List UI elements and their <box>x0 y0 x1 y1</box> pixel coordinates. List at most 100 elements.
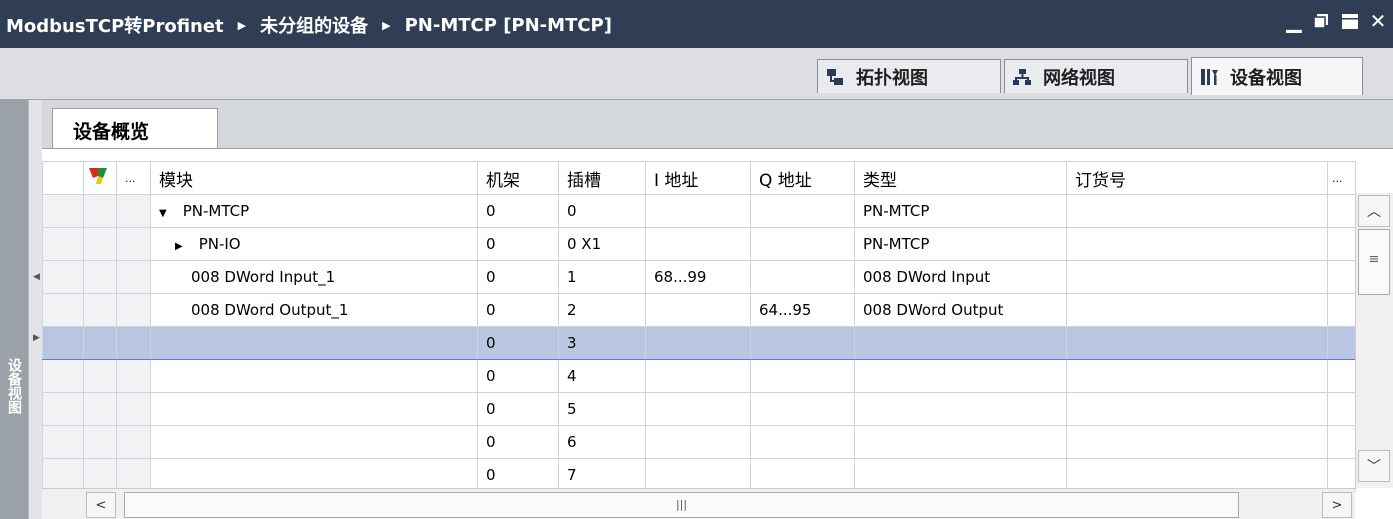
table-row[interactable]: ▶ PN-IO 0 0 X1 PN-MTCP <box>42 227 1356 261</box>
header-type[interactable]: 类型 <box>854 161 1067 195</box>
cell-slot[interactable]: 6 <box>558 425 646 459</box>
horizontal-scrollbar[interactable]: < ||| > <box>42 488 1355 519</box>
minimize-icon[interactable]: ▁ <box>1285 10 1303 32</box>
cell-slot[interactable]: 0 <box>558 194 646 228</box>
cell-module[interactable]: ▼ PN-MTCP <box>150 194 478 228</box>
cell-order-number[interactable] <box>1066 293 1328 327</box>
scroll-down-icon[interactable]: ﹀ <box>1358 450 1390 482</box>
restore-icon[interactable] <box>1313 10 1331 32</box>
cell-module[interactable] <box>150 359 478 393</box>
breadcrumb-group[interactable]: 未分组的设备 <box>260 12 368 38</box>
cell-order-number[interactable] <box>1066 326 1328 360</box>
filter-icon[interactable] <box>87 167 109 191</box>
cell-q-address[interactable] <box>750 260 855 294</box>
row-status[interactable] <box>83 194 117 228</box>
cell-i-address[interactable] <box>645 293 751 327</box>
scroll-right-icon[interactable]: > <box>1322 492 1352 518</box>
expand-right-icon[interactable]: ▶ <box>33 333 40 343</box>
expand-triangle-icon[interactable]: ▶ <box>175 241 183 252</box>
breadcrumb-project[interactable]: ModbusTCP转Profinet <box>6 12 224 38</box>
row-gutter[interactable] <box>42 458 84 492</box>
cell-module[interactable] <box>150 326 478 360</box>
cell-type[interactable] <box>854 458 1067 492</box>
cell-type[interactable]: 008 DWord Output <box>854 293 1067 327</box>
cell-slot[interactable]: 4 <box>558 359 646 393</box>
row-extra[interactable] <box>116 227 151 261</box>
cell-q-address[interactable]: 64...95 <box>750 293 855 327</box>
vertical-scrollbar[interactable]: ︿ ≡ ﹀ <box>1355 193 1393 488</box>
cell-slot[interactable]: 2 <box>558 293 646 327</box>
row-gutter[interactable] <box>42 326 84 360</box>
row-extra[interactable] <box>116 392 151 426</box>
row-extra[interactable] <box>116 425 151 459</box>
cell-more[interactable] <box>1327 359 1356 393</box>
cell-rack[interactable]: 0 <box>477 359 559 393</box>
cell-slot[interactable]: 3 <box>558 326 646 360</box>
cell-more[interactable] <box>1327 425 1356 459</box>
table-row[interactable]: 06 <box>42 425 1356 459</box>
cell-q-address[interactable] <box>750 326 855 360</box>
cell-i-address[interactable] <box>645 392 751 426</box>
header-more-right[interactable]: ... <box>1327 161 1356 195</box>
table-row[interactable]: 04 <box>42 359 1356 393</box>
cell-q-address[interactable] <box>750 359 855 393</box>
cell-order-number[interactable] <box>1066 260 1328 294</box>
cell-order-number[interactable] <box>1066 425 1328 459</box>
cell-more[interactable] <box>1327 227 1356 261</box>
table-row[interactable]: 03 <box>42 326 1356 360</box>
cell-slot[interactable]: 0 X1 <box>558 227 646 261</box>
cell-q-address[interactable] <box>750 458 855 492</box>
cell-rack[interactable]: 0 <box>477 392 559 426</box>
table-row[interactable]: 008 DWord Input_1 0 1 68...99 008 DWord Inpu… <box>42 260 1356 294</box>
table-row[interactable]: 07 <box>42 458 1356 492</box>
cell-type[interactable] <box>854 425 1067 459</box>
cell-module[interactable]: 008 DWord Input_1 <box>150 260 478 294</box>
cell-rack[interactable]: 0 <box>477 326 559 360</box>
row-gutter[interactable] <box>42 194 84 228</box>
cell-slot[interactable]: 5 <box>558 392 646 426</box>
cell-more[interactable] <box>1327 392 1356 426</box>
cell-slot[interactable]: 7 <box>558 458 646 492</box>
breadcrumb-device[interactable]: PN-MTCP [PN-MTCP] <box>405 15 612 36</box>
cell-order-number[interactable] <box>1066 194 1328 228</box>
cell-i-address[interactable] <box>645 326 751 360</box>
header-q-address[interactable]: Q 地址 <box>750 161 855 195</box>
row-gutter[interactable] <box>42 227 84 261</box>
row-extra[interactable] <box>116 326 151 360</box>
vertical-scroll-thumb[interactable]: ≡ <box>1358 229 1390 295</box>
row-status[interactable] <box>83 293 117 327</box>
row-status[interactable] <box>83 359 117 393</box>
cell-module[interactable]: 008 DWord Output_1 <box>150 293 478 327</box>
cell-q-address[interactable] <box>750 392 855 426</box>
cell-more[interactable] <box>1327 260 1356 294</box>
cell-i-address[interactable] <box>645 359 751 393</box>
cell-rack[interactable]: 0 <box>477 227 559 261</box>
cell-q-address[interactable] <box>750 227 855 261</box>
cell-type[interactable]: PN-MTCP <box>854 194 1067 228</box>
row-gutter[interactable] <box>42 293 84 327</box>
cell-type[interactable] <box>854 392 1067 426</box>
row-status[interactable] <box>83 392 117 426</box>
cell-type[interactable]: 008 DWord Input <box>854 260 1067 294</box>
header-order-number[interactable]: 订货号 <box>1066 161 1328 195</box>
cell-order-number[interactable] <box>1066 392 1328 426</box>
close-icon[interactable]: ✕ <box>1369 10 1387 32</box>
tab-topology-view[interactable]: 拓扑视图 <box>817 59 1001 93</box>
row-status[interactable] <box>83 326 117 360</box>
cell-module[interactable] <box>150 425 478 459</box>
row-status[interactable] <box>83 458 117 492</box>
collapse-left-icon[interactable]: ◀ <box>33 272 40 282</box>
cell-type[interactable] <box>854 359 1067 393</box>
cell-rack[interactable]: 0 <box>477 425 559 459</box>
cell-i-address[interactable] <box>645 458 751 492</box>
tab-device-overview[interactable]: 设备概览 <box>52 108 218 148</box>
tab-device-view[interactable]: 设备视图 <box>1191 57 1363 95</box>
table-row[interactable]: 05 <box>42 392 1356 426</box>
header-more[interactable]: ... <box>116 161 151 195</box>
cell-i-address[interactable]: 68...99 <box>645 260 751 294</box>
header-filter[interactable] <box>83 161 117 195</box>
cell-order-number[interactable] <box>1066 227 1328 261</box>
scroll-left-icon[interactable]: < <box>86 492 116 518</box>
row-extra[interactable] <box>116 293 151 327</box>
header-rack[interactable]: 机架 <box>477 161 559 195</box>
